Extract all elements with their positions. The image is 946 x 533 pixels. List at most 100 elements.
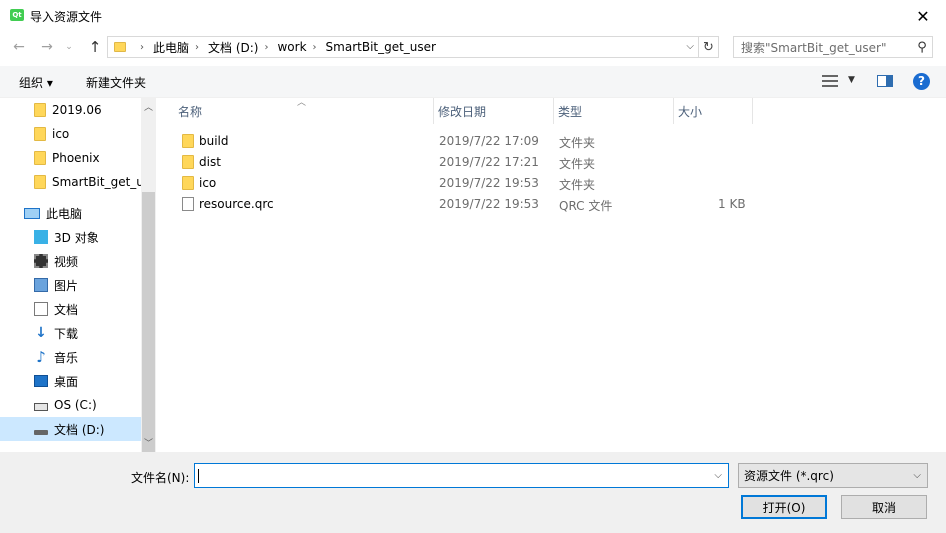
music-icon: ♪ bbox=[36, 348, 46, 366]
nav-item-this-pc[interactable]: 此电脑 bbox=[0, 201, 141, 225]
address-bar[interactable]: › 此电脑 › 文档 (D:) › work › SmartBit_get_us… bbox=[107, 36, 699, 58]
nav-item-pictures[interactable]: 图片 bbox=[0, 273, 141, 297]
window-title: 导入资源文件 bbox=[30, 10, 103, 24]
desktop-icon bbox=[34, 375, 48, 387]
file-type-select[interactable]: 资源文件 (*.qrc) ⌵ bbox=[738, 463, 928, 488]
close-icon: ✕ bbox=[916, 6, 930, 26]
nav-item-3d-objects[interactable]: 3D 对象 bbox=[0, 225, 141, 249]
pictures-icon bbox=[34, 278, 48, 292]
nav-item-ico[interactable]: ico bbox=[0, 122, 141, 146]
up-button[interactable]: ↑ bbox=[84, 37, 106, 57]
breadcrumb-work[interactable]: work bbox=[277, 40, 306, 54]
help-icon[interactable]: ? bbox=[913, 73, 930, 90]
file-date: 2019/7/22 17:21 bbox=[439, 155, 539, 169]
nav-item-label: 文档 (D:) bbox=[54, 422, 105, 437]
folder-icon bbox=[34, 127, 46, 141]
folder-icon bbox=[34, 175, 46, 189]
nav-item-music[interactable]: ♪ 音乐 bbox=[0, 345, 141, 369]
chevron-right-icon[interactable]: › bbox=[195, 42, 199, 53]
column-header-name[interactable]: ︿ 名称 bbox=[157, 98, 434, 124]
nav-item-label: 此电脑 bbox=[46, 206, 83, 221]
search-placeholder: 搜索"SmartBit_get_user" bbox=[741, 40, 887, 55]
folder-icon bbox=[182, 134, 194, 148]
breadcrumb-this-pc[interactable]: 此电脑 bbox=[153, 39, 189, 56]
file-type: 文件夹 bbox=[559, 136, 596, 150]
3d-objects-icon bbox=[34, 230, 48, 244]
command-bar: 组织 ▾ 新建文件夹 ▼ ? bbox=[0, 66, 946, 98]
file-date: 2019/7/22 17:09 bbox=[439, 134, 539, 148]
open-button[interactable]: 打开(O) bbox=[741, 495, 827, 519]
nav-item-2019-06[interactable]: 2019.06 bbox=[0, 98, 141, 122]
chevron-right-icon[interactable]: › bbox=[264, 42, 268, 53]
chevron-down-icon[interactable]: ﹀ bbox=[141, 436, 156, 450]
file-list[interactable]: ︿ 名称 修改日期 类型 大小 build 2019/7/22 17:09 文件… bbox=[157, 98, 946, 452]
organize-button[interactable]: 组织 ▾ bbox=[19, 74, 53, 91]
column-header-size[interactable]: 大小 bbox=[674, 98, 753, 124]
nav-item-label: OS (C:) bbox=[54, 398, 97, 412]
breadcrumb-current[interactable]: SmartBit_get_user bbox=[326, 40, 436, 54]
new-folder-button[interactable]: 新建文件夹 bbox=[86, 74, 146, 91]
table-row[interactable]: ico 2019/7/22 19:53 文件夹 bbox=[157, 173, 777, 194]
file-date: 2019/7/22 19:53 bbox=[439, 197, 539, 211]
file-name: resource.qrc bbox=[199, 197, 274, 211]
chevron-down-icon[interactable]: ⌵ bbox=[686, 41, 694, 52]
nav-item-drive-c[interactable]: OS (C:) bbox=[0, 393, 141, 417]
nav-item-downloads[interactable]: ↓ 下载 bbox=[0, 321, 141, 345]
arrow-left-icon: ← bbox=[13, 39, 25, 55]
column-label: 大小 bbox=[678, 104, 703, 119]
app-icon: Qt bbox=[10, 9, 24, 21]
nav-item-label: 视频 bbox=[54, 254, 79, 269]
nav-item-label: Phoenix bbox=[52, 151, 100, 165]
filename-label: 文件名(N): bbox=[131, 471, 190, 485]
nav-item-label: ico bbox=[52, 127, 70, 141]
nav-item-smartbit[interactable]: SmartBit_get_user bbox=[0, 170, 141, 194]
recent-locations-button[interactable]: ⌄ bbox=[62, 37, 76, 57]
chevron-down-icon: ⌵ bbox=[913, 470, 921, 481]
nav-item-documents[interactable]: 文档 bbox=[0, 297, 141, 321]
file-type: QRC 文件 bbox=[559, 199, 613, 213]
chevron-right-icon: › bbox=[140, 41, 144, 53]
cancel-button[interactable]: 取消 bbox=[841, 495, 927, 519]
close-button[interactable]: ✕ bbox=[900, 0, 946, 32]
nav-item-label: 图片 bbox=[54, 278, 79, 293]
video-icon bbox=[34, 254, 48, 268]
table-row[interactable]: resource.qrc 2019/7/22 19:53 QRC 文件 1 KB bbox=[157, 194, 777, 215]
folder-icon bbox=[182, 155, 194, 169]
nav-item-label: 2019.06 bbox=[52, 103, 102, 117]
column-header-type[interactable]: 类型 bbox=[554, 98, 674, 124]
file-name: dist bbox=[199, 155, 221, 169]
column-header-date[interactable]: 修改日期 bbox=[434, 98, 554, 124]
chevron-up-icon[interactable]: ︿ bbox=[141, 100, 156, 114]
refresh-button[interactable]: ↻ bbox=[699, 36, 719, 58]
navigation-pane[interactable]: 2019.06 ico Phoenix SmartBit_get_user 此电… bbox=[0, 98, 156, 452]
arrow-up-icon: ↑ bbox=[88, 38, 102, 56]
chevron-right-icon[interactable]: › bbox=[313, 42, 317, 53]
nav-item-phoenix[interactable]: Phoenix bbox=[0, 146, 141, 170]
nav-item-label: SmartBit_get_user bbox=[52, 175, 141, 189]
nav-item-drive-d[interactable]: 文档 (D:) bbox=[0, 417, 141, 441]
breadcrumb-drive-d[interactable]: 文档 (D:) bbox=[208, 39, 258, 56]
nav-item-desktop[interactable]: 桌面 bbox=[0, 369, 141, 393]
search-input[interactable]: 搜索"SmartBit_get_user" ⚲ bbox=[733, 36, 933, 58]
nav-item-videos[interactable]: 视频 bbox=[0, 249, 141, 273]
text-caret bbox=[198, 469, 199, 483]
nav-item-label: 音乐 bbox=[54, 350, 79, 365]
preview-pane-icon[interactable] bbox=[877, 75, 893, 87]
view-details-icon[interactable] bbox=[822, 73, 840, 89]
chevron-down-icon[interactable]: ⌵ bbox=[714, 470, 722, 481]
filename-field[interactable]: ⌵ bbox=[194, 463, 729, 488]
file-name: ico bbox=[199, 176, 217, 190]
file-type: 文件夹 bbox=[559, 178, 596, 192]
table-row[interactable]: build 2019/7/22 17:09 文件夹 bbox=[157, 131, 777, 152]
table-row[interactable]: dist 2019/7/22 17:21 文件夹 bbox=[157, 152, 777, 173]
nav-item-label: 下载 bbox=[54, 326, 79, 341]
folder-icon bbox=[182, 176, 194, 190]
download-icon: ↓ bbox=[35, 325, 47, 341]
forward-button[interactable]: → bbox=[36, 37, 58, 57]
nav-item-label: 3D 对象 bbox=[54, 230, 99, 245]
sort-ascending-icon: ︿ bbox=[297, 98, 307, 108]
chevron-down-icon[interactable]: ▼ bbox=[848, 75, 855, 85]
back-button[interactable]: ← bbox=[8, 37, 30, 57]
file-type: 文件夹 bbox=[559, 157, 596, 171]
nav-scrollbar[interactable]: ︿ ﹀ bbox=[141, 98, 156, 494]
